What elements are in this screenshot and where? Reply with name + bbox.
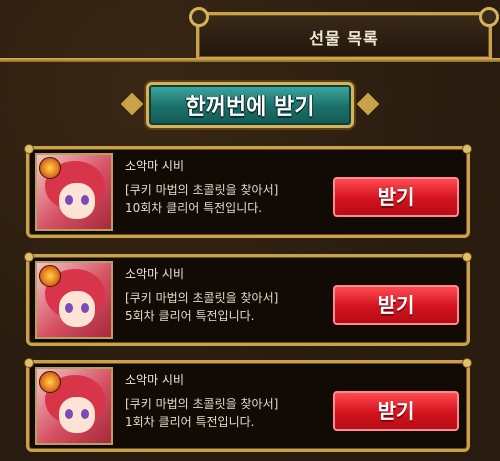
title-plaque: 선물 목록 bbox=[189, 7, 499, 60]
claim-all-button[interactable]: 한꺼번에 받기 bbox=[146, 82, 354, 128]
gift-description-line1: [쿠키 마법의 초콜릿을 찾아서] bbox=[125, 397, 279, 411]
element-badge-icon bbox=[39, 265, 61, 287]
corner-rivet-icon bbox=[462, 252, 472, 262]
gift-description-line2: 1회차 클리어 특전입니다. bbox=[125, 415, 255, 429]
gift-name: 소악마 시비 bbox=[125, 373, 185, 387]
element-badge-icon bbox=[39, 371, 61, 393]
corner-rivet-icon bbox=[24, 252, 34, 262]
gift-description: [쿠키 마법의 초콜릿을 찾아서] 10회차 클리어 특전입니다. bbox=[125, 181, 278, 217]
frame-divider bbox=[0, 58, 500, 62]
gift-name: 소악마 시비 bbox=[125, 267, 185, 281]
ornament-right-icon bbox=[356, 92, 380, 116]
element-badge-icon bbox=[39, 157, 61, 179]
gift-list-item: 소악마 시비 [쿠키 마법의 초콜릿을 찾아서] 1회차 클리어 특전입니다. … bbox=[24, 358, 472, 452]
character-portrait-icon bbox=[35, 261, 113, 339]
ornament-left-icon bbox=[120, 92, 144, 116]
gift-description-line1: [쿠키 마법의 초콜릿을 찾아서] bbox=[125, 183, 279, 197]
gift-description: [쿠키 마법의 초콜릿을 찾아서] 1회차 클리어 특전입니다. bbox=[125, 395, 278, 431]
gift-description-line1: [쿠키 마법의 초콜릿을 찾아서] bbox=[125, 291, 279, 305]
corner-rivet-icon bbox=[24, 144, 34, 154]
character-portrait-icon bbox=[35, 153, 113, 231]
gift-description: [쿠키 마법의 초콜릿을 찾아서] 5회차 클리어 특전입니다. bbox=[125, 289, 278, 325]
corner-rivet-icon bbox=[24, 358, 34, 368]
gift-list-item: 소악마 시비 [쿠키 마법의 초콜릿을 찾아서] 10회차 클리어 특전입니다.… bbox=[24, 144, 472, 238]
corner-rivet-icon bbox=[462, 144, 472, 154]
claim-button[interactable]: 받기 bbox=[333, 177, 459, 217]
gift-description-line2: 10회차 클리어 특전입니다. bbox=[125, 201, 263, 215]
character-portrait-icon bbox=[35, 367, 113, 445]
gift-list-item: 소악마 시비 [쿠키 마법의 초콜릿을 찾아서] 5회차 클리어 특전입니다. … bbox=[24, 252, 472, 346]
gift-name: 소악마 시비 bbox=[125, 159, 185, 173]
page-title: 선물 목록 bbox=[309, 29, 379, 48]
gift-description-line2: 5회차 클리어 특전입니다. bbox=[125, 309, 255, 323]
corner-rivet-icon bbox=[462, 358, 472, 368]
claim-button[interactable]: 받기 bbox=[333, 285, 459, 325]
claim-button[interactable]: 받기 bbox=[333, 391, 459, 431]
